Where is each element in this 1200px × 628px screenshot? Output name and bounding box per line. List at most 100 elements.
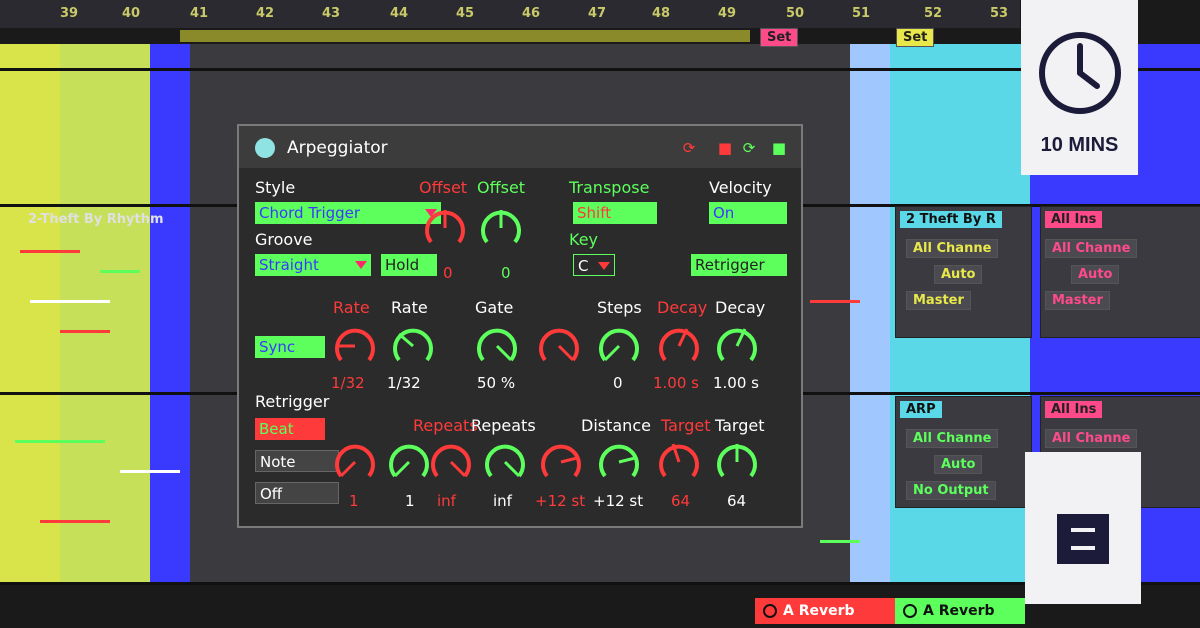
input-select[interactable]: All Ins [1045, 211, 1103, 228]
repeats-value: 1 [405, 492, 415, 510]
channel-select[interactable]: All Channe [1045, 239, 1138, 258]
color-band [150, 44, 190, 584]
velocity-toggle[interactable]: On [709, 202, 787, 224]
offset-knob[interactable] [479, 206, 523, 250]
channel-select[interactable]: All Channe [1045, 429, 1138, 448]
key-label: Key [569, 230, 599, 249]
ruler-tick: 52 [924, 6, 943, 21]
track-header[interactable]: 2 Theft By R All Channe Auto Master [895, 206, 1032, 338]
input-select[interactable]: All Ins [1045, 401, 1103, 418]
device-on-toggle[interactable] [255, 138, 275, 158]
rate-label: Rate [391, 298, 428, 317]
retrigger-off-toggle[interactable]: Off [255, 482, 339, 504]
gate-knob[interactable] [475, 324, 519, 368]
monitor-auto-button[interactable]: Auto [934, 455, 983, 474]
track-header[interactable]: All Ins All Channe Auto Master [1040, 206, 1200, 338]
retrigger-label: Retrigger [255, 392, 330, 411]
chevron-down-icon [355, 261, 367, 269]
set-button[interactable]: Set [896, 28, 935, 47]
return-track[interactable]: A Reverb [755, 598, 895, 624]
rate-knob[interactable] [333, 324, 377, 368]
ruler-tick: 43 [322, 6, 341, 21]
groove-value: Straight [259, 256, 319, 274]
ruler-tick: 42 [256, 6, 275, 21]
loop-brace[interactable] [180, 30, 750, 42]
play-icon[interactable] [903, 604, 917, 618]
rate-knob[interactable] [391, 324, 435, 368]
arpeggiator-device[interactable]: Arpeggiator ⟳ ■ ⟳ ■ Style Chord Trigger … [237, 124, 803, 528]
ruler-tick: 48 [652, 6, 671, 21]
repeats-knob[interactable] [483, 440, 527, 484]
ruler-tick: 44 [390, 6, 409, 21]
ruler-tick: 50 [786, 6, 805, 21]
sync-toggle[interactable]: Sync [255, 336, 325, 358]
target-knob[interactable] [657, 440, 701, 484]
offset-knob[interactable] [423, 206, 467, 250]
velocity-label: Velocity [709, 178, 772, 197]
midi-note [810, 300, 860, 303]
key-value: C [578, 257, 589, 275]
device-title: Arpeggiator [287, 138, 388, 158]
decay-value: 1.00 s [653, 374, 699, 392]
hold-toggle[interactable]: Hold [381, 254, 437, 276]
steps-knob[interactable] [597, 324, 641, 368]
style-select[interactable]: Chord Trigger [255, 202, 441, 224]
distance-knob[interactable] [597, 440, 641, 484]
gate-value: 50 % [477, 374, 516, 392]
channel-select[interactable]: All Channe [906, 429, 999, 448]
distance-knob[interactable] [539, 440, 583, 484]
ruler-tick: 39 [60, 6, 79, 21]
key-select[interactable]: C [573, 254, 615, 276]
target-label: Target [661, 416, 711, 435]
style-value: Chord Trigger [259, 204, 361, 222]
output-select[interactable]: No Output [906, 481, 996, 500]
output-select[interactable]: Master [906, 291, 971, 310]
transpose-select[interactable]: Shift [573, 202, 657, 224]
distance-value: +12 st [593, 492, 644, 510]
save-icon[interactable]: ■ [715, 138, 735, 158]
ruler-tick: 47 [588, 6, 607, 21]
steps-knob[interactable] [537, 324, 581, 368]
retrigger-note-toggle[interactable]: Note [255, 450, 339, 472]
monitor-auto-button[interactable]: Auto [934, 265, 983, 284]
brand-badge [1025, 452, 1141, 604]
channel-select[interactable]: All Channe [906, 239, 999, 258]
midi-note [15, 440, 105, 443]
track-title[interactable]: ARP [900, 401, 942, 418]
output-select[interactable]: Master [1045, 291, 1110, 310]
timeline-ruler[interactable]: 39 40 41 42 43 44 45 46 47 48 49 50 51 5… [0, 0, 1020, 28]
retrigger-beat-toggle[interactable]: Beat [255, 418, 325, 440]
play-icon[interactable] [763, 604, 777, 618]
steps-value: 0 [613, 374, 623, 392]
repeats-knob[interactable] [387, 440, 431, 484]
steps-label: Steps [597, 298, 642, 317]
color-band [0, 44, 60, 584]
target-value: 64 [727, 492, 747, 510]
repeats-knob[interactable] [429, 440, 473, 484]
track-title[interactable]: 2 Theft By R [900, 211, 1002, 228]
groove-select[interactable]: Straight [255, 254, 371, 276]
return-track-name: A Reverb [923, 603, 995, 619]
monitor-auto-button[interactable]: Auto [1071, 265, 1120, 284]
decay-knob[interactable] [657, 324, 701, 368]
track-separator [0, 68, 1200, 71]
ruler-tick: 53 [990, 6, 1009, 21]
target-knob[interactable] [715, 440, 759, 484]
gate-label: Gate [475, 298, 514, 317]
offset-label: Offset [477, 178, 526, 197]
color-band [60, 44, 150, 584]
retrigger-toggle[interactable]: Retrigger [691, 254, 787, 276]
save-icon[interactable]: ■ [769, 138, 789, 158]
clip-name[interactable]: 2-Theft By Rhythm [28, 212, 164, 227]
set-button[interactable]: Set [760, 28, 799, 47]
track-separator [0, 582, 1200, 585]
ruler-tick: 40 [122, 6, 141, 21]
refresh-icon[interactable]: ⟳ [679, 138, 699, 158]
midi-note [30, 300, 110, 303]
decay-knob[interactable] [715, 324, 759, 368]
return-track[interactable]: A Reverb [895, 598, 1025, 624]
track-header[interactable]: ARP All Channe Auto No Output [895, 396, 1032, 508]
refresh-icon[interactable]: ⟳ [739, 138, 759, 158]
rate-knob[interactable] [333, 440, 377, 484]
distance-label: Distance [581, 416, 651, 435]
